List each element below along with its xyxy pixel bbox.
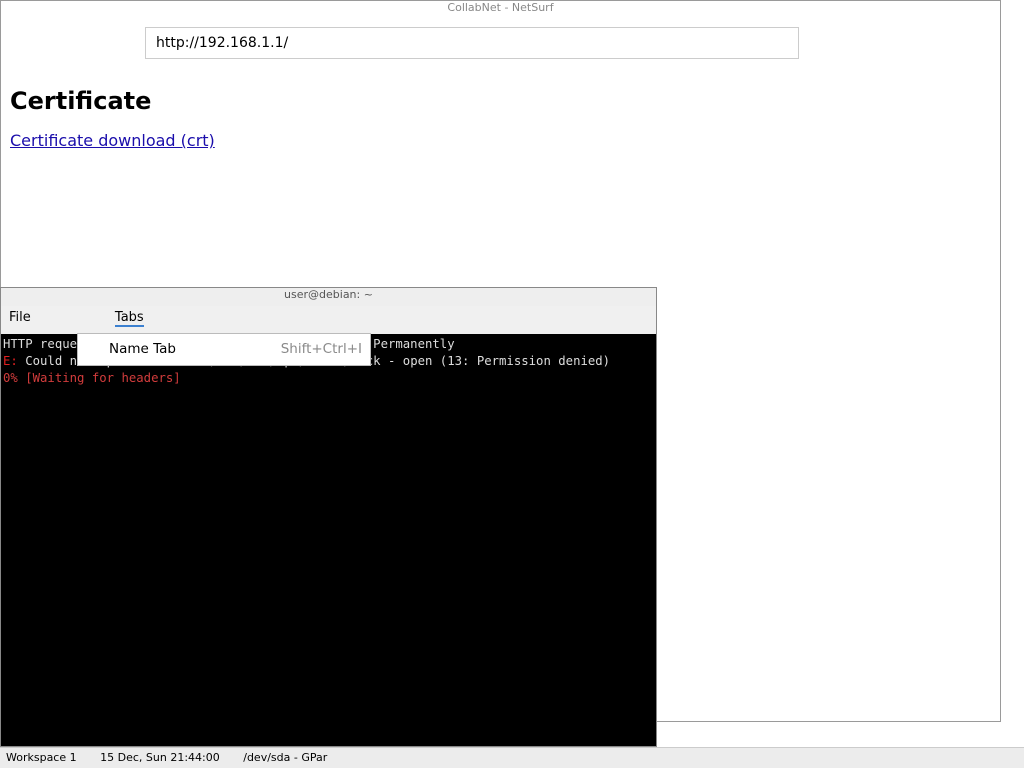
heading-certificate: Certificate bbox=[10, 87, 152, 115]
terminal-cursor-line: 0% [Waiting for headers] bbox=[3, 371, 181, 385]
terminal-titlebar: user@debian: ~ bbox=[1, 288, 656, 306]
taskbar-clock: 15 Dec, Sun 21:44:00 bbox=[100, 751, 220, 764]
workspace-switcher[interactable]: Workspace 1 bbox=[6, 751, 77, 764]
url-text: http://192.168.1.1/ bbox=[156, 35, 289, 51]
page-content: Certificate Certificate download (crt) bbox=[1, 63, 1000, 190]
menu-item-name-tab[interactable]: Name Tab Shift+Ctrl+I bbox=[78, 337, 370, 362]
taskbar: Workspace 1 15 Dec, Sun 21:44:00 /dev/sd… bbox=[0, 747, 1024, 768]
browser-titlebar: CollabNet - NetSurf bbox=[1, 1, 1000, 21]
certificate-download-link[interactable]: Certificate download (crt) bbox=[10, 131, 991, 150]
address-bar[interactable]: http://192.168.1.1/ bbox=[145, 27, 799, 59]
terminal-menubar: File Tabs bbox=[1, 306, 656, 334]
terminal-title: user@debian: ~ bbox=[284, 288, 373, 301]
browser-toolbar: http://192.168.1.1/ bbox=[1, 21, 1000, 63]
menu-file[interactable]: File bbox=[9, 310, 31, 325]
error-tag: E: bbox=[3, 354, 18, 368]
menu-tabs[interactable]: Tabs bbox=[114, 310, 144, 327]
browser-title: CollabNet - NetSurf bbox=[447, 1, 554, 14]
taskbar-task[interactable]: /dev/sda - GPar bbox=[243, 751, 327, 764]
tabs-dropdown-menu: Name Tab Shift+Ctrl+I bbox=[77, 333, 371, 366]
shortcut-name-tab: Shift+Ctrl+I bbox=[280, 341, 362, 357]
